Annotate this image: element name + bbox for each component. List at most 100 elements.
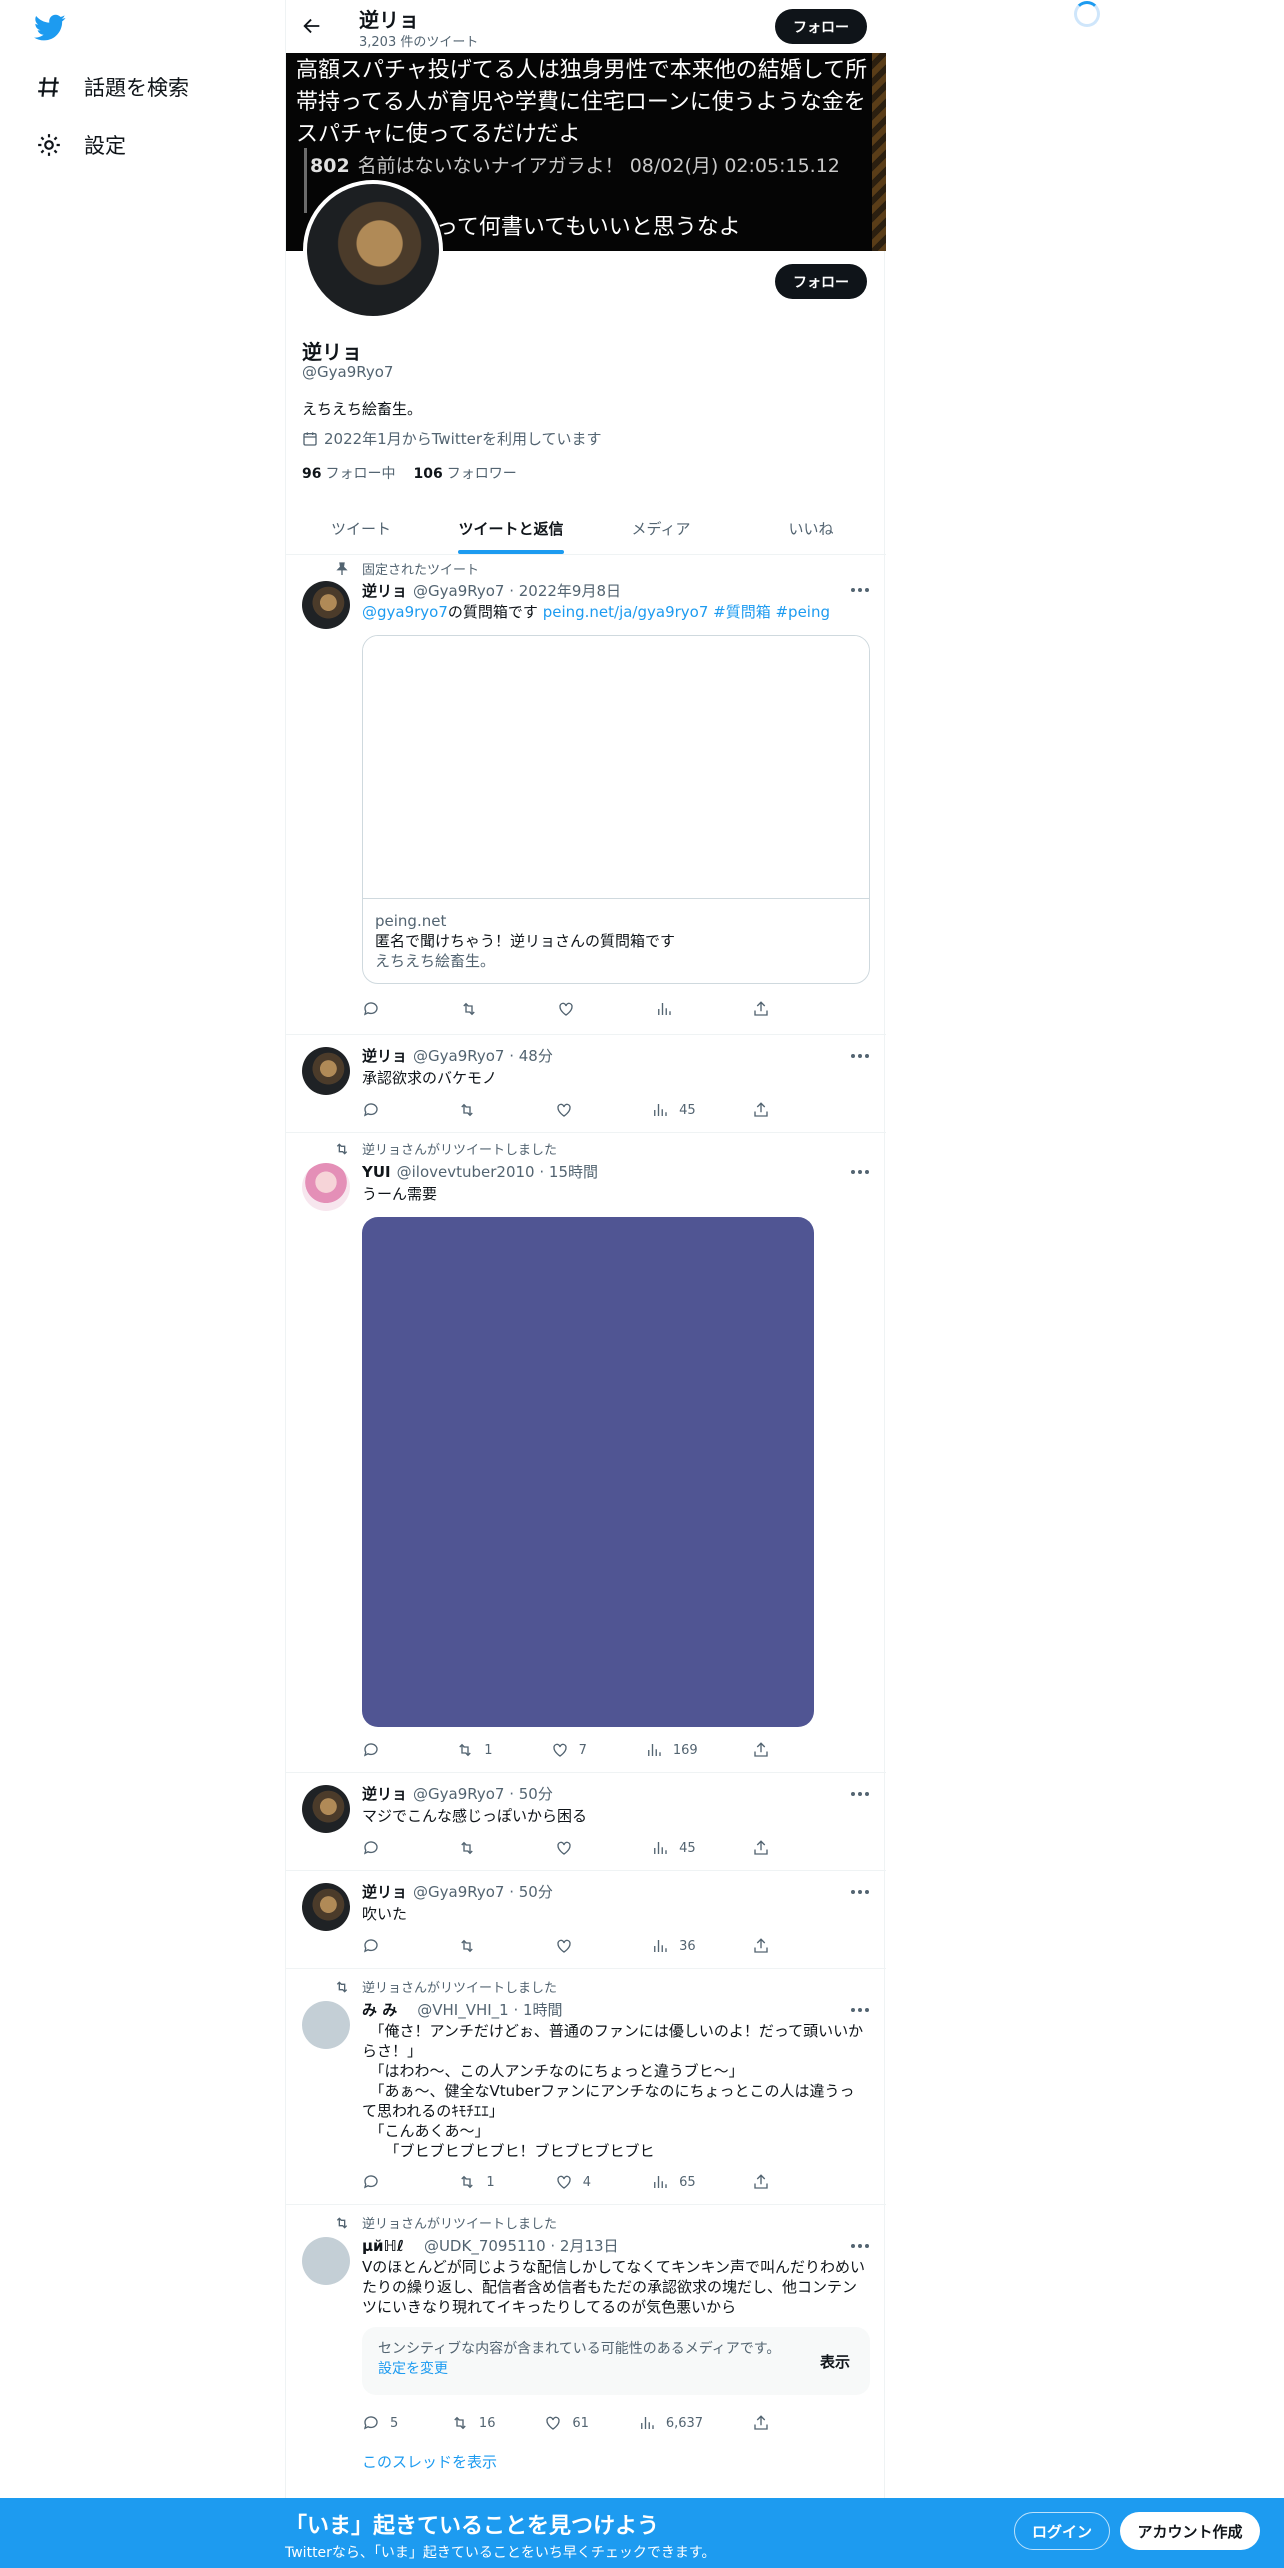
share-button[interactable] <box>752 2173 792 2191</box>
retweet-icon <box>454 2416 466 2430</box>
followers-link[interactable]: 106 フォロワー <box>413 463 516 483</box>
views-button[interactable]: 36 <box>651 1937 696 1955</box>
views-button[interactable]: 45 <box>651 1839 696 1857</box>
tweet[interactable]: 逆リョ @Gya9Ryo7 · 50分 吹いた 36 <box>286 1871 886 1969</box>
more-options-icon[interactable] <box>850 1053 870 1059</box>
header-follow-button[interactable]: フォロー <box>775 9 867 44</box>
like-count: 4 <box>582 2174 591 2190</box>
share-button[interactable] <box>752 1101 792 1119</box>
tweet-retweeted[interactable]: 逆リョさんがリツイートしました み み @VHI_VHI_1 · 1時間 「俺さ！… <box>286 1969 886 2205</box>
show-media-button[interactable]: 表示 <box>820 2351 850 2372</box>
pinned-label: 固定されたツイート <box>362 563 480 578</box>
retweet-button[interactable] <box>458 1839 498 1857</box>
views-chart-icon <box>647 1744 661 1756</box>
tweet-media-image[interactable] <box>362 1217 814 1727</box>
views-button[interactable]: 65 <box>651 2173 696 2191</box>
url-hashtag-links[interactable]: peing.net/ja/gya9ryo7 #質問箱 #peing <box>543 603 830 621</box>
more-options-icon[interactable] <box>850 1791 870 1797</box>
hashtag-icon <box>38 77 59 97</box>
like-button[interactable] <box>555 1839 595 1857</box>
retweet-button[interactable] <box>458 1937 498 1955</box>
more-options-icon[interactable] <box>850 2243 870 2249</box>
share-button[interactable] <box>752 1000 792 1018</box>
nav-explore[interactable]: 話題を検索 <box>36 72 189 102</box>
nav-settings[interactable]: 設定 <box>36 130 126 160</box>
reply-button[interactable] <box>362 1937 402 1955</box>
reply-button[interactable] <box>362 1839 402 1857</box>
tab-likes[interactable]: いいね <box>736 502 886 554</box>
avatar[interactable] <box>302 1883 350 1931</box>
author-name[interactable]: 逆リョ <box>362 1047 407 1065</box>
more-options-icon[interactable] <box>850 1889 870 1895</box>
reply-icon <box>363 1002 378 1016</box>
tweet[interactable]: 逆リョ @Gya9Ryo7 · 50分 マジでこんな感じっぽいから困る 45 <box>286 1773 886 1871</box>
following-link[interactable]: 96 フォロー中 <box>302 463 395 483</box>
share-button[interactable] <box>752 1937 792 1955</box>
avatar[interactable] <box>302 581 350 629</box>
retweet-button[interactable]: 16 <box>451 2414 495 2432</box>
back-arrow-icon[interactable] <box>301 15 323 37</box>
reply-button[interactable] <box>362 1741 402 1759</box>
tweet-retweeted[interactable]: 逆リョさんがリツイートしました YUI @ilovevtuber2010 · 15… <box>286 1133 886 1773</box>
tweet-pinned[interactable]: 固定されたツイート 逆リョ @Gya9Ryo7 · 2022年9月8日 @gya9… <box>286 555 886 1035</box>
reply-button[interactable] <box>362 1101 402 1119</box>
more-options-icon[interactable] <box>850 1169 870 1175</box>
views-button[interactable]: 6,637 <box>638 2414 703 2432</box>
tweet[interactable]: 逆リョ @Gya9Ryo7 · 48分 承認欲求のバケモノ 45 <box>286 1035 886 1133</box>
banner-meta-text: 名前はないないナイアガラよ！ 08/02(月) 02:05:15.12 <box>357 155 840 177</box>
profile-avatar[interactable] <box>303 180 443 320</box>
retweet-button[interactable]: 1 <box>458 2173 498 2191</box>
avatar[interactable] <box>302 2237 350 2285</box>
views-button[interactable] <box>655 1000 695 1018</box>
share-button[interactable] <box>752 1839 792 1857</box>
profile-follow-button[interactable]: フォロー <box>775 264 867 299</box>
like-button[interactable] <box>557 1000 597 1018</box>
change-settings-link[interactable]: 設定を変更 <box>378 2361 448 2377</box>
like-button[interactable] <box>555 1101 595 1119</box>
twitter-logo-icon[interactable] <box>34 14 66 42</box>
like-count: 7 <box>578 1742 587 1758</box>
author-name[interactable]: み み <box>362 2001 397 2019</box>
like-button[interactable]: 7 <box>551 1741 591 1759</box>
like-button[interactable]: 61 <box>544 2414 589 2432</box>
profile-handle: @Gya9Ryo7 <box>302 363 394 381</box>
author-name[interactable]: YUI <box>362 1163 391 1181</box>
tweet-header: YUI @ilovevtuber2010 · 15時間 <box>362 1161 598 1182</box>
tweet-retweeted[interactable]: 逆リョさんがリツイートしました μйℍℓ @UDK_7095110 · 2月13日… <box>286 2205 886 2498</box>
tab-media[interactable]: メディア <box>586 502 736 554</box>
views-button[interactable]: 45 <box>651 1101 696 1119</box>
followers-label: フォロワー <box>446 466 517 482</box>
more-options-icon[interactable] <box>850 587 870 593</box>
create-account-button[interactable]: アカウント作成 <box>1120 2512 1260 2550</box>
reply-button[interactable] <box>362 1000 402 1018</box>
tweet-header: μйℍℓ @UDK_7095110 · 2月13日 <box>362 2235 619 2256</box>
views-button[interactable]: 169 <box>645 1741 698 1759</box>
share-button[interactable] <box>752 2414 792 2432</box>
retweet-button[interactable] <box>460 1000 500 1018</box>
more-options-icon[interactable] <box>850 2007 870 2013</box>
like-button[interactable]: 4 <box>555 2173 595 2191</box>
avatar[interactable] <box>302 1785 350 1833</box>
like-button[interactable] <box>555 1937 595 1955</box>
avatar[interactable] <box>302 2001 350 2049</box>
link-card[interactable]: peing.net 匿名で聞けちゃう！逆リョさんの質問箱です えちえち絵畜生。 <box>362 635 870 984</box>
author-name[interactable]: 逆リョ <box>362 1883 407 1901</box>
avatar[interactable] <box>302 1163 350 1211</box>
retweet-button[interactable] <box>458 1101 498 1119</box>
retweet-button[interactable]: 1 <box>456 1741 496 1759</box>
tab-tweets[interactable]: ツイート <box>286 502 436 554</box>
show-thread-link[interactable]: このスレッドを表示 <box>362 2451 497 2472</box>
mention-link[interactable]: @gya9ryo7 <box>362 603 448 621</box>
reply-button[interactable] <box>362 2173 402 2191</box>
login-button[interactable]: ログイン <box>1014 2512 1110 2550</box>
author-name[interactable]: 逆リョ <box>362 582 407 600</box>
avatar[interactable] <box>302 1047 350 1095</box>
share-icon <box>754 2174 768 2189</box>
reply-button[interactable]: 5 <box>362 2414 402 2432</box>
retweet-indicator: 逆リョさんがリツイートしました <box>336 1977 557 1996</box>
author-name[interactable]: μйℍℓ <box>362 2237 404 2255</box>
share-button[interactable] <box>752 1741 792 1759</box>
author-name[interactable]: 逆リョ <box>362 1785 407 1803</box>
tab-tweets-and-replies[interactable]: ツイートと返信 <box>436 502 586 554</box>
author-meta: @Gya9Ryo7 · 50分 <box>413 1883 553 1901</box>
